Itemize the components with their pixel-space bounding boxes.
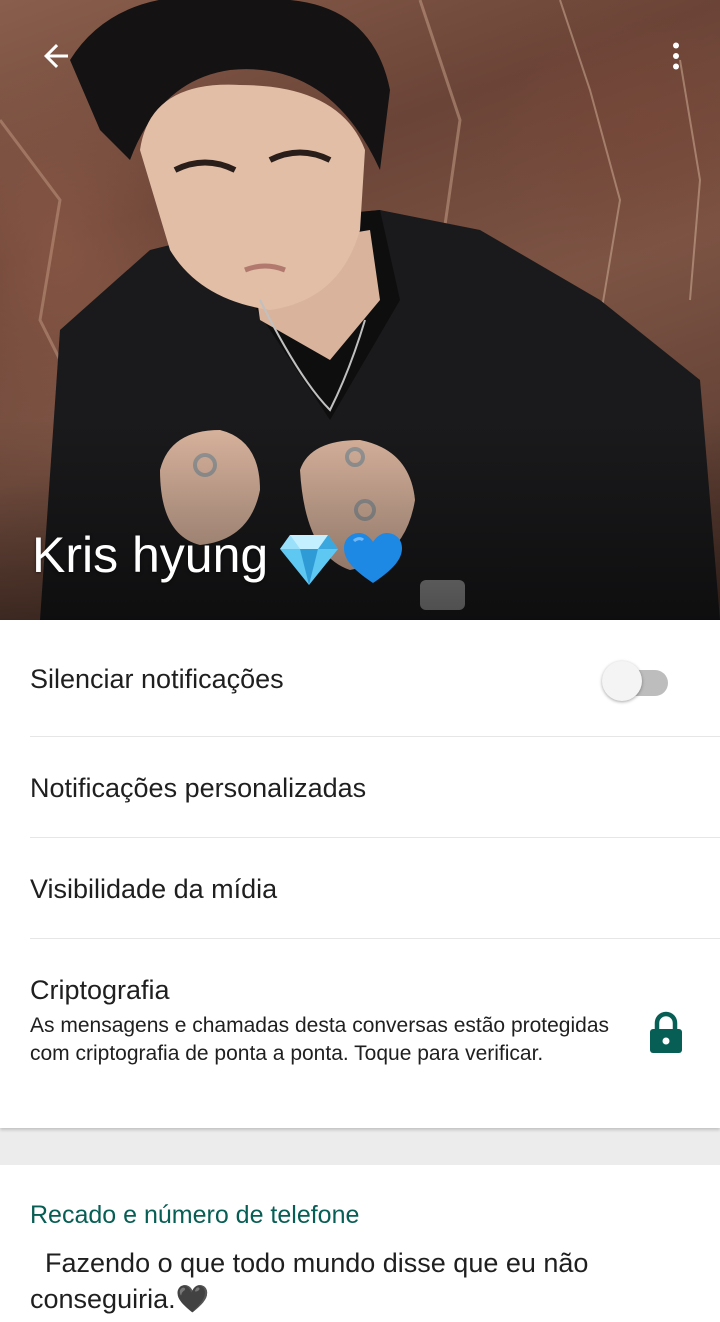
contact-name-text: Kris hyung xyxy=(32,527,269,583)
lock-icon xyxy=(650,1011,682,1053)
mute-notifications-label: Silenciar notificações xyxy=(30,664,284,694)
gem-emoji-icon xyxy=(280,534,339,585)
contact-settings-card: Silenciar notificações Notificações pers… xyxy=(0,620,720,1128)
about-status-text[interactable]: Fazendo o que todo mundo disse que eu nã… xyxy=(30,1245,690,1317)
arrow-left-icon xyxy=(44,44,68,68)
encryption-description: As mensagens e chamadas desta conversas … xyxy=(30,1014,610,1065)
toggle-thumb xyxy=(602,661,642,701)
contact-name-emojis xyxy=(278,531,404,587)
mute-notifications-row[interactable]: Silenciar notificações xyxy=(0,620,720,736)
about-section-title: Recado e número de telefone xyxy=(30,1201,360,1229)
custom-notifications-label: Notificações personalizadas xyxy=(30,773,367,803)
media-visibility-row[interactable]: Visibilidade da mídia xyxy=(0,838,720,938)
profile-photo-header[interactable]: Kris hyung xyxy=(0,0,720,620)
custom-notifications-row[interactable]: Notificações personalizadas xyxy=(0,737,720,837)
mute-notifications-toggle[interactable] xyxy=(602,658,670,701)
more-options-button[interactable] xyxy=(648,28,704,84)
contact-name-title: Kris hyung xyxy=(32,526,404,587)
back-button[interactable] xyxy=(28,28,84,84)
about-phone-card: Recado e número de telefone Fazendo o qu… xyxy=(0,1165,720,1322)
blue-heart-emoji-icon xyxy=(344,532,403,583)
header-gradient xyxy=(0,420,720,620)
contact-info-screen: Kris hyung Silenciar notificações Notifi… xyxy=(0,0,720,1322)
media-visibility-label: Visibilidade da mídia xyxy=(30,874,278,904)
encryption-label: Criptografia xyxy=(30,975,170,1005)
more-vertical-icon xyxy=(673,42,679,70)
